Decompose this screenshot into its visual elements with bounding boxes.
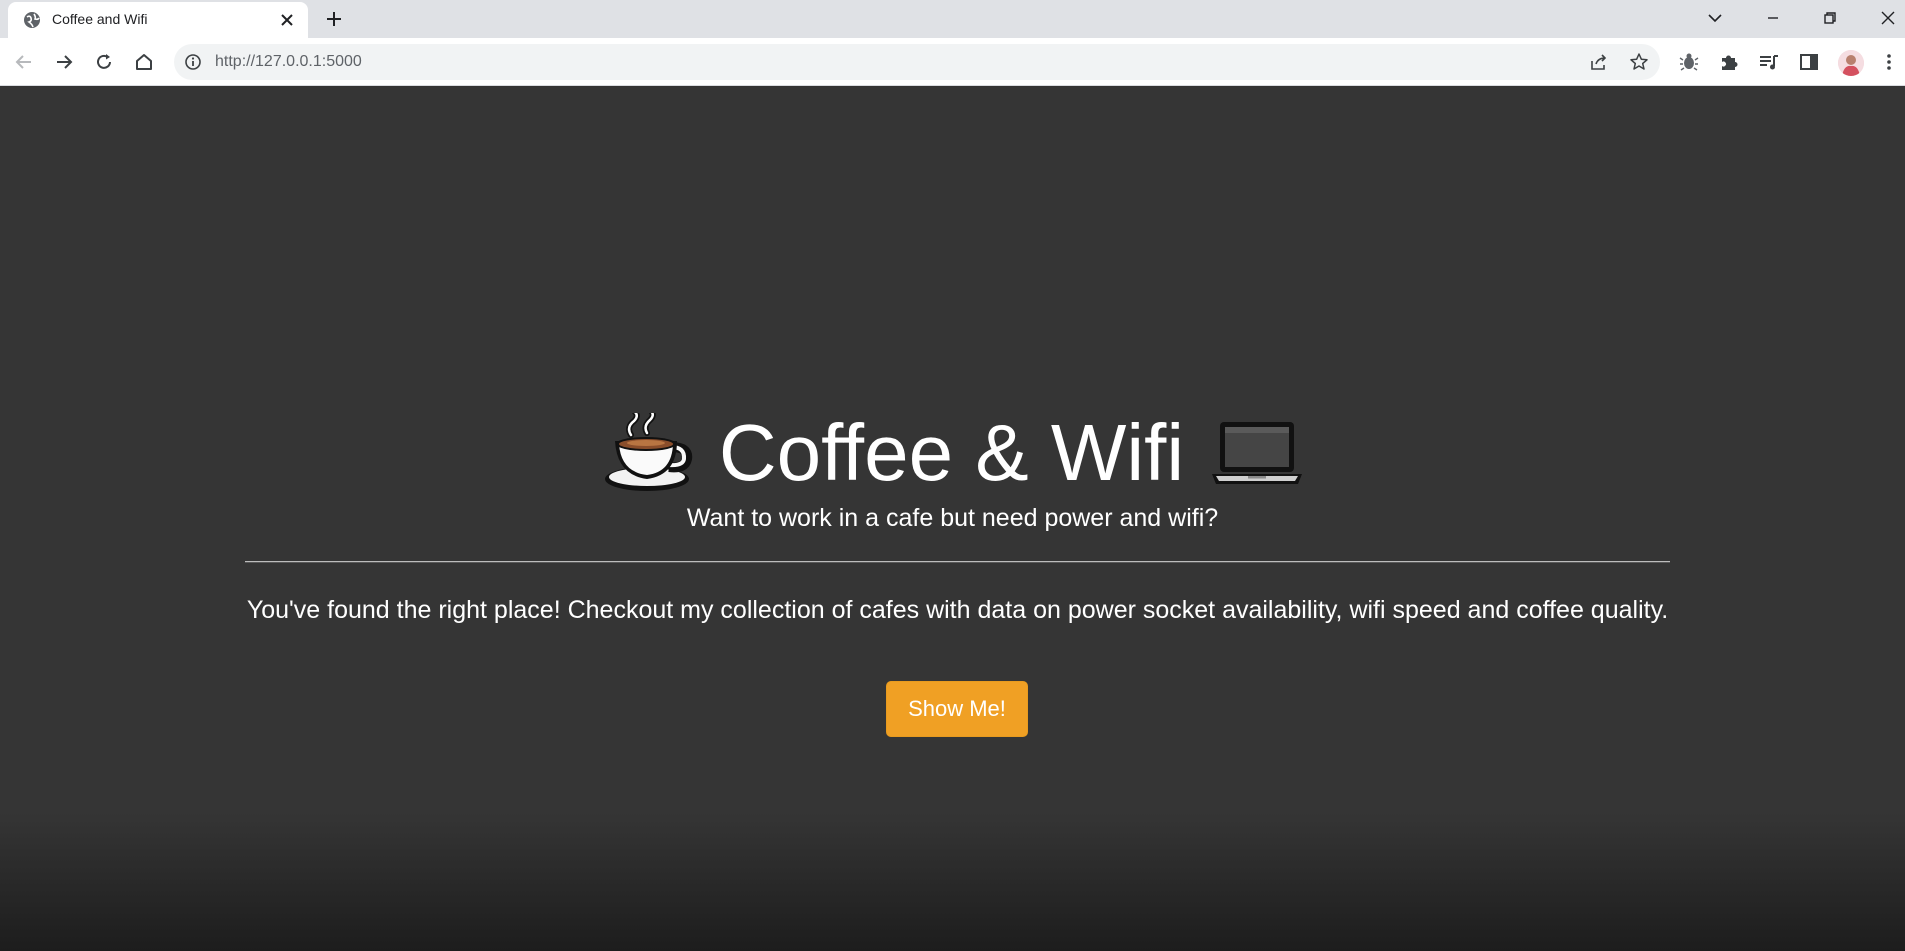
show-me-button[interactable]: Show Me! bbox=[886, 681, 1028, 737]
restore-icon[interactable] bbox=[1818, 6, 1842, 30]
url-text[interactable]: http://127.0.0.1:5000 bbox=[215, 53, 362, 71]
tab-strip: Coffee and Wifi bbox=[0, 0, 1905, 38]
page-title-text: Coffee & Wifi bbox=[718, 407, 1185, 497]
page-subtitle: Want to work in a cafe but need power an… bbox=[686, 504, 1219, 532]
page-content: Coffee & Wifi Want to work in a cafe but… bbox=[0, 87, 1905, 951]
tab-search-chevron-icon[interactable] bbox=[1703, 6, 1727, 30]
browser-tab[interactable]: Coffee and Wifi bbox=[8, 2, 308, 38]
side-panel-icon[interactable] bbox=[1797, 50, 1821, 74]
extensions-puzzle-icon[interactable] bbox=[1717, 50, 1741, 74]
profile-avatar[interactable] bbox=[1838, 50, 1864, 76]
close-tab-icon[interactable] bbox=[278, 11, 296, 29]
bug-extension-icon[interactable] bbox=[1677, 50, 1701, 74]
media-control-icon[interactable] bbox=[1757, 50, 1781, 74]
site-info-icon[interactable] bbox=[184, 53, 202, 71]
globe-icon bbox=[23, 11, 41, 29]
close-window-icon[interactable] bbox=[1876, 6, 1900, 30]
laptop-icon bbox=[1210, 418, 1304, 488]
home-icon[interactable] bbox=[132, 50, 156, 74]
back-icon[interactable] bbox=[12, 50, 36, 74]
forward-icon[interactable] bbox=[52, 50, 76, 74]
minimize-icon[interactable] bbox=[1761, 6, 1785, 30]
new-tab-icon[interactable] bbox=[323, 8, 345, 30]
browser-toolbar: http://127.0.0.1:5000 bbox=[0, 38, 1905, 86]
tab-title: Coffee and Wifi bbox=[52, 11, 148, 27]
browser-menu-icon[interactable] bbox=[1877, 50, 1901, 74]
coffee-cup-icon bbox=[601, 412, 693, 493]
share-icon[interactable] bbox=[1589, 52, 1609, 72]
lead-text: You've found the right place! Checkout m… bbox=[246, 596, 1669, 624]
bookmark-star-icon[interactable] bbox=[1629, 52, 1649, 72]
address-bar[interactable]: http://127.0.0.1:5000 bbox=[174, 44, 1660, 80]
reload-icon[interactable] bbox=[92, 50, 116, 74]
divider bbox=[245, 561, 1670, 563]
page-title: Coffee & Wifi bbox=[0, 407, 1905, 493]
